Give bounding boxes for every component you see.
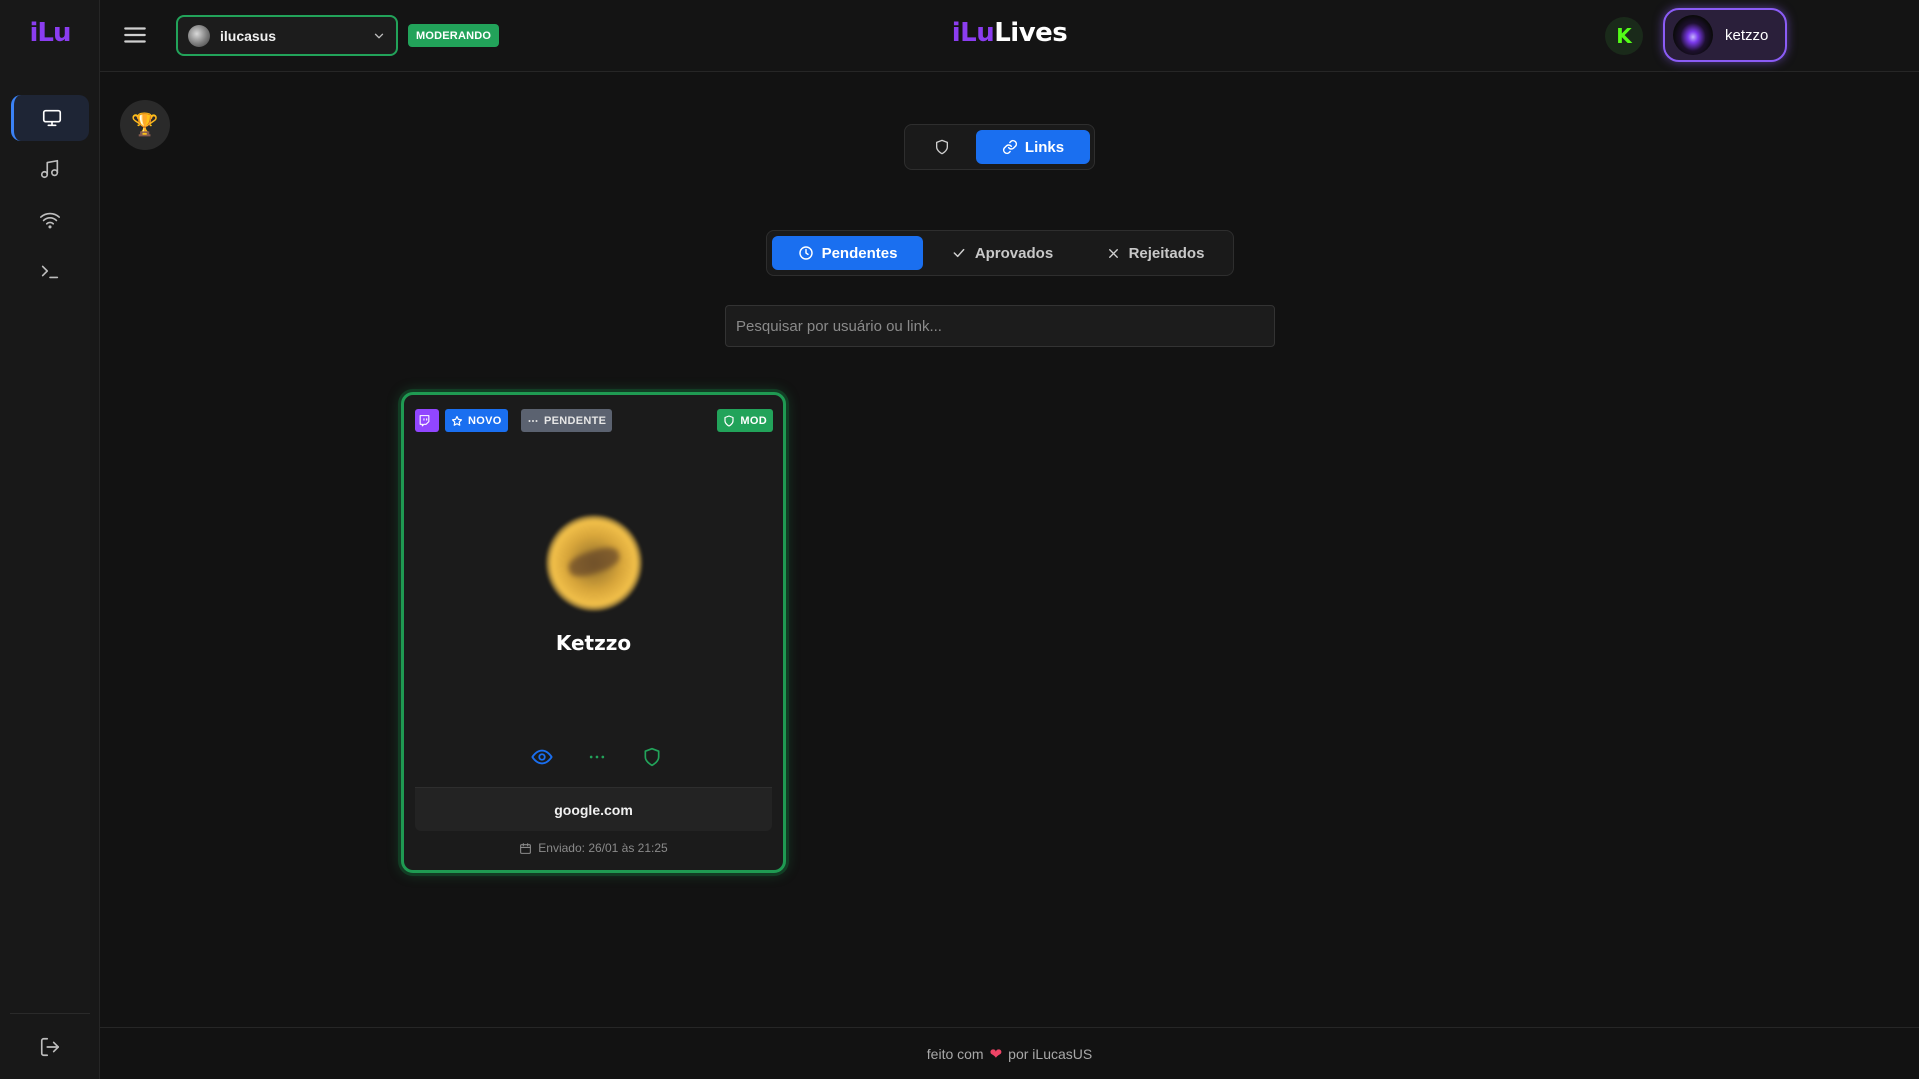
tab-aprovados[interactable]: Aprovados [927, 236, 1077, 270]
user-avatar [1673, 15, 1713, 55]
channel-avatar [188, 24, 210, 47]
tab-pendentes-label: Pendentes [821, 244, 898, 262]
shield-icon [936, 139, 948, 155]
dots-icon [528, 419, 538, 422]
pendente-badge: PENDENTE [521, 409, 613, 432]
status-tabs: Pendentes Aprovados Rejeitados [766, 230, 1234, 276]
mode-switch: Links [904, 124, 1095, 170]
twitch-icon [419, 415, 430, 427]
logout-icon [40, 1037, 60, 1057]
channel-name: ilucasus [220, 27, 277, 44]
novo-badge-label: NOVO [468, 414, 502, 427]
footer: feito com ❤ por iLucasUS [100, 1027, 1919, 1079]
tab-pendentes[interactable]: Pendentes [772, 236, 923, 270]
app-logo[interactable]: iLu [0, 18, 100, 48]
sidebar-item-terminal[interactable] [11, 248, 89, 294]
twitch-badge [415, 409, 439, 432]
card-username: Ketzzo [555, 631, 632, 655]
card-actions [404, 745, 783, 769]
mod-badge-label: MOD [740, 414, 767, 427]
terminal-icon [41, 265, 59, 279]
card-sent-date: Enviado: 26/01 às 21:25 [404, 841, 783, 855]
kick-button[interactable]: K [1605, 17, 1643, 55]
sidebar-item-music[interactable] [11, 146, 89, 192]
view-button[interactable] [530, 745, 554, 769]
music-icon [40, 159, 59, 179]
user-profile-button[interactable]: ketzzo [1663, 8, 1787, 62]
link-icon [1002, 139, 1017, 155]
search-input[interactable] [725, 305, 1275, 347]
clock-icon [798, 246, 813, 260]
wifi-icon [40, 212, 60, 229]
kick-icon: K [1616, 24, 1632, 48]
trophy-button[interactable]: 🏆 [120, 100, 170, 150]
calendar-icon [520, 842, 532, 854]
sidebar: iLu [0, 0, 100, 1079]
mod-badge: MOD [717, 409, 773, 432]
footer-text-after: por iLucasUS [1008, 1045, 1093, 1062]
user-name: ketzzo [1725, 26, 1769, 44]
mode-links-button[interactable]: Links [976, 130, 1090, 164]
heart-icon: ❤ [989, 1045, 1003, 1063]
moderate-button[interactable] [640, 745, 664, 769]
hamburger-menu-icon[interactable] [122, 22, 148, 48]
channel-select[interactable]: ilucasus [176, 15, 398, 56]
tab-aprovados-label: Aprovados [974, 244, 1054, 262]
moderating-badge: MODERANDO [408, 24, 500, 47]
chevron-down-icon [374, 33, 384, 38]
mode-links-label: Links [1024, 138, 1065, 156]
footer-text-before: feito com [926, 1045, 984, 1062]
mode-moderation-button[interactable] [911, 130, 973, 164]
brand-title-lives: Lives [994, 18, 1068, 48]
novo-badge: NOVO [445, 409, 508, 432]
shield-icon [644, 747, 660, 767]
x-icon [1108, 248, 1118, 258]
card-link[interactable]: google.com [415, 787, 772, 831]
card-avatar [546, 515, 642, 611]
sidebar-item-wifi[interactable] [11, 197, 89, 243]
top-header: ilucasus MODERANDO iLuLives K ketzzo [100, 0, 1919, 72]
dots-icon [589, 755, 605, 759]
tab-rejeitados-label: Rejeitados [1128, 244, 1205, 262]
link-card[interactable]: NOVO PENDENTE MOD Ketzzo google.com Envi… [401, 392, 786, 873]
sidebar-divider [10, 1013, 90, 1014]
card-sent-date-text: Enviado: 26/01 às 21:25 [538, 841, 668, 855]
brand-title-ilu: iLu [951, 18, 995, 48]
tab-rejeitados[interactable]: Rejeitados [1081, 236, 1229, 270]
eye-icon [531, 749, 553, 765]
star-icon [451, 415, 463, 426]
trophy-icon: 🏆 [131, 112, 159, 137]
more-options-button[interactable] [585, 745, 609, 769]
sidebar-item-monitor[interactable] [11, 95, 89, 141]
monitor-icon [42, 109, 61, 127]
pendente-badge-label: PENDENTE [544, 414, 607, 427]
logout-button[interactable] [11, 1024, 89, 1070]
check-icon [953, 248, 965, 258]
shield-icon [724, 414, 735, 427]
